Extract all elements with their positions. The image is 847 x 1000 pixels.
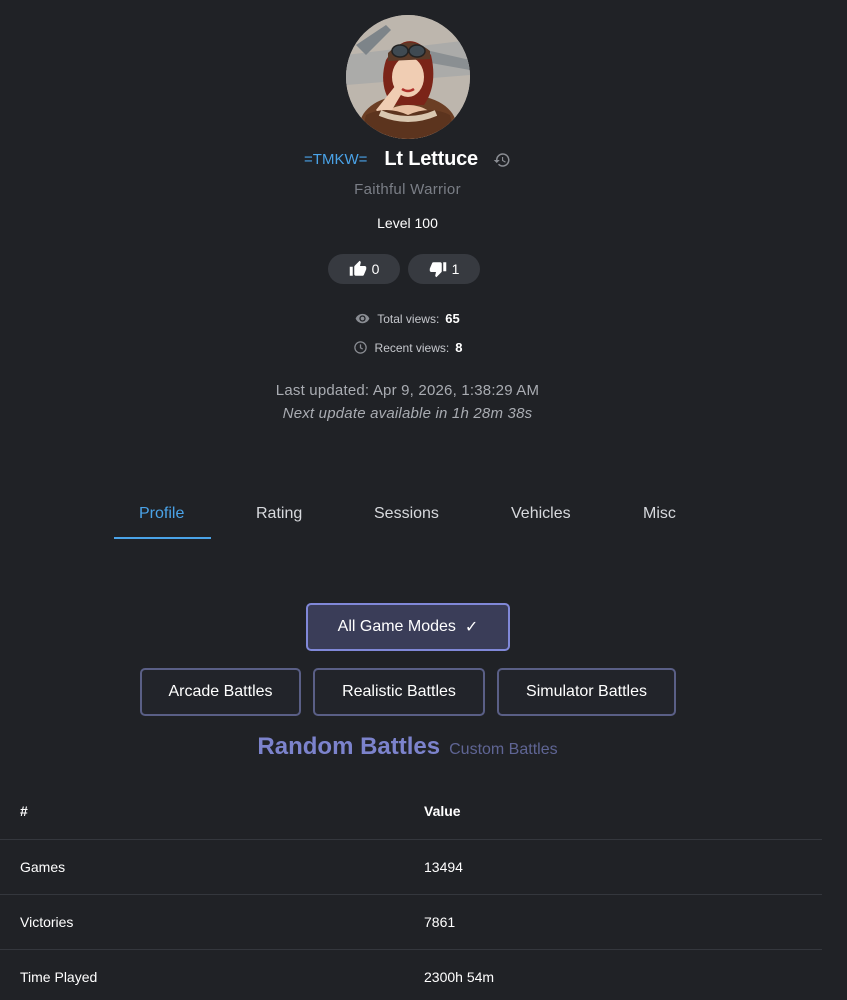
thumbs-up-icon — [349, 260, 366, 276]
stat-value: 13494 — [424, 859, 463, 875]
recent-views-value: 8 — [455, 340, 463, 355]
player-name-row: =TMKW= Lt Lettuce — [0, 148, 815, 171]
player-title: Faithful Warrior — [354, 181, 461, 198]
stat-value: 2300h 54m — [424, 969, 495, 985]
stat-label: Games — [20, 859, 66, 875]
table-header-row: # Value — [0, 784, 822, 840]
upvote-count: 0 — [371, 261, 380, 277]
player-level: Level 100 — [377, 215, 438, 231]
realistic-battles-button[interactable]: Realistic Battles — [313, 668, 485, 716]
downvote-button[interactable]: 1 — [408, 254, 480, 284]
thumbs-down-icon — [429, 262, 446, 278]
tab-sessions[interactable]: Sessions — [374, 505, 439, 523]
recent-views: Recent views: 8 — [0, 340, 815, 355]
stat-value: 7861 — [424, 914, 456, 930]
downvote-count: 1 — [451, 261, 460, 277]
tab-misc[interactable]: Misc — [643, 505, 676, 523]
recent-views-label: Recent views: — [374, 340, 450, 355]
column-header-index: # — [20, 803, 28, 819]
clock-icon — [353, 341, 367, 354]
total-views: Total views: 65 — [0, 311, 815, 326]
last-updated: Last updated: Apr 9, 2026, 1:38:29 AM — [275, 382, 540, 399]
battle-type-selector: Random Battles Custom Battles — [0, 733, 815, 761]
eye-icon — [355, 313, 370, 324]
random-battles-tab[interactable]: Random Battles — [257, 733, 440, 761]
all-game-modes-button[interactable]: All Game Modes ✓ — [306, 603, 510, 651]
avatar-image — [346, 15, 470, 139]
history-icon[interactable] — [493, 151, 511, 169]
custom-battles-tab[interactable]: Custom Battles — [449, 741, 557, 759]
active-tab-indicator — [114, 537, 211, 539]
tab-profile[interactable]: Profile — [139, 505, 184, 523]
player-profile-page: =TMKW= Lt Lettuce Faithful Warrior Level… — [0, 0, 847, 1000]
total-views-value: 65 — [445, 311, 460, 326]
next-update: Next update available in 1h 28m 38s — [282, 405, 533, 422]
avatar — [346, 15, 470, 139]
upvote-button[interactable]: 0 — [328, 254, 400, 284]
column-header-value: Value — [424, 803, 461, 819]
simulator-battles-button[interactable]: Simulator Battles — [497, 668, 676, 716]
all-game-modes-label: All Game Modes — [337, 618, 456, 635]
table-row: Victories 7861 — [0, 895, 822, 950]
clan-tag[interactable]: =TMKW= — [304, 151, 367, 168]
arcade-battles-button[interactable]: Arcade Battles — [140, 668, 301, 716]
stats-table: # Value Games 13494 Victories 7861 Time … — [0, 784, 822, 1000]
table-row: Time Played 2300h 54m — [0, 950, 822, 1000]
stat-label: Time Played — [20, 969, 98, 985]
checkmark-icon: ✓ — [464, 619, 479, 636]
player-name: Lt Lettuce — [384, 148, 478, 170]
tab-rating[interactable]: Rating — [256, 505, 302, 523]
stat-label: Victories — [20, 914, 74, 930]
total-views-label: Total views: — [377, 311, 440, 326]
table-row: Games 13494 — [0, 840, 822, 895]
tab-vehicles[interactable]: Vehicles — [511, 505, 571, 523]
